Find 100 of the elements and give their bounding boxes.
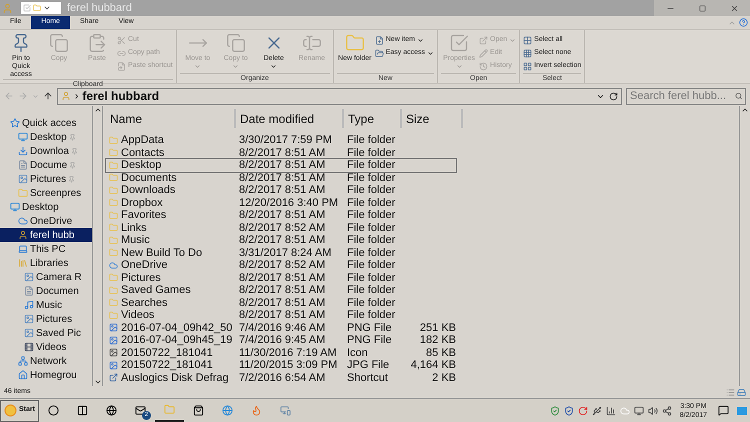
copy-icon	[49, 33, 69, 53]
image-icon	[109, 348, 118, 358]
nav-item[interactable]: Pictures	[0, 312, 92, 326]
address-bar[interactable]: › ferel hubbard	[57, 88, 622, 104]
caret-icon[interactable]	[43, 4, 51, 12]
volume-icon[interactable]	[648, 406, 658, 416]
file-row[interactable]: 2016-07-04_09h42_50 7/4/2016 9:46 AM PNG File 251 KB	[106, 322, 456, 334]
file-type: File folder	[346, 272, 396, 284]
file-type: PNG File	[346, 334, 393, 346]
nav-item[interactable]: Pictures	[0, 172, 92, 186]
nav-item[interactable]: Videos	[0, 340, 92, 354]
nav-item[interactable]: Saved Pic	[0, 326, 92, 340]
nav-item[interactable]: Desktop	[0, 130, 92, 144]
file-name: Desktop	[121, 159, 162, 172]
task-view-icon	[76, 405, 88, 416]
file-row[interactable]: 2016-07-04_09h45_19 7/4/2016 9:45 AM PNG File 182 KB	[106, 334, 456, 346]
file-name: OneDrive	[121, 259, 168, 272]
file-row[interactable]: Music 8/2/2017 8:51 AM File folder	[106, 234, 456, 246]
file-row[interactable]: Dropbox 12/20/2016 3:40 PM File folder	[106, 196, 456, 209]
file-name: Pictures	[121, 272, 161, 284]
nav-item[interactable]: Documen	[0, 284, 92, 298]
show-desktop-button[interactable]	[737, 406, 747, 414]
nav-item[interactable]: Screenpres	[0, 186, 92, 200]
file-name: New Build To Do	[121, 246, 202, 259]
column-header[interactable]: Size	[402, 109, 463, 128]
up-icon[interactable]	[43, 91, 53, 101]
bag-icon	[192, 405, 204, 416]
pin-icon	[70, 148, 78, 154]
nav-item[interactable]: Docume	[0, 158, 92, 172]
nav-item[interactable]: Network	[0, 354, 92, 368]
usb-icon[interactable]	[592, 406, 602, 416]
date-modified: 8/2/2017 8:51 AM	[238, 159, 326, 172]
nav-item[interactable]: OneDrive	[0, 214, 92, 228]
image-icon	[18, 174, 28, 184]
close-button[interactable]	[718, 0, 750, 16]
details-view-icon[interactable]	[726, 388, 735, 396]
file-row[interactable]: Documents 8/2/2017 8:51 AM File folder	[106, 172, 456, 184]
shield-icon[interactable]	[550, 406, 560, 416]
nav-item[interactable]: ferel hubb	[0, 228, 92, 242]
file-row[interactable]: Videos 8/2/2017 8:51 AM File folder	[106, 309, 456, 322]
file-row[interactable]: New Build To Do 3/31/2017 8:24 AM File folder	[106, 246, 456, 259]
file-row[interactable]: 20150722_181041 11/20/2015 3:09 PM JPG File 4,164 KB	[106, 359, 456, 372]
checkbox-icon[interactable]	[23, 4, 31, 12]
nav-item[interactable]: Quick acces	[0, 116, 92, 130]
file-row[interactable]: OneDrive 8/2/2017 8:52 AM File folder	[106, 259, 456, 272]
file-row[interactable]: Auslogics Disk Defrag 7/2/2016 6:54 AM Shortcut 2 KB	[106, 372, 456, 384]
nav-item[interactable]: Music	[0, 298, 92, 312]
breadcrumb[interactable]: ferel hubbard	[82, 87, 160, 105]
file-row[interactable]: Contacts 8/2/2017 8:51 AM File folder	[106, 146, 456, 159]
nav-item[interactable]: This PC	[0, 242, 92, 256]
large-icons-view-icon[interactable]	[737, 388, 746, 396]
network-icon[interactable]	[662, 406, 672, 416]
help-icon[interactable]	[739, 18, 748, 27]
flame-icon	[250, 405, 262, 416]
folder-icon	[109, 198, 118, 208]
chart-icon[interactable]	[606, 406, 616, 416]
file-row[interactable]: Desktop 8/2/2017 8:51 AM File folder	[106, 159, 456, 172]
column-header[interactable]: Type	[344, 109, 402, 128]
column-header[interactable]: Date modified	[236, 109, 344, 128]
file-row[interactable]: Pictures 8/2/2017 8:51 AM File folder	[106, 272, 456, 284]
document-icon	[24, 286, 34, 296]
nav-item[interactable]: Homegrou	[0, 368, 92, 382]
nav-item[interactable]: Libraries	[0, 256, 92, 270]
file-row[interactable]: Searches 8/2/2017 8:51 AM File folder	[106, 296, 456, 309]
file-row[interactable]: Links 8/2/2017 8:52 AM File folder	[106, 222, 456, 234]
refresh-icon[interactable]	[609, 92, 618, 100]
history-icon	[479, 62, 488, 70]
date-modified: 8/2/2017 8:51 AM	[238, 284, 326, 296]
file-size: 182 KB	[420, 334, 456, 346]
file-row[interactable]: AppData 3/30/2017 7:59 PM File folder	[106, 134, 456, 146]
nav-item[interactable]: Camera R	[0, 270, 92, 284]
scrollbar[interactable]	[92, 106, 103, 386]
scrollbar[interactable]	[739, 106, 750, 386]
window-title: ferel hubbard	[67, 0, 132, 16]
file-size: 4,164 KB	[410, 359, 456, 372]
scroll-down-icon[interactable]	[94, 378, 102, 386]
search-field[interactable]: Search ferel hubb...	[626, 88, 746, 104]
column-header[interactable]: Name	[106, 109, 236, 128]
nav-item[interactable]: Downloa	[0, 144, 92, 158]
date-modified: 8/2/2017 8:51 AM	[238, 172, 326, 184]
file-type: Shortcut	[346, 372, 389, 384]
file-row[interactable]: 20150722_181041 11/30/2016 7:19 AM Icon 85 KB	[106, 346, 456, 359]
shortcut-icon	[117, 62, 126, 70]
search-icon	[734, 92, 742, 100]
mail-icon	[134, 405, 146, 416]
shield-icon[interactable]	[564, 406, 574, 416]
file-row[interactable]: Saved Games 8/2/2017 8:51 AM File folder	[106, 284, 456, 296]
scroll-up-icon[interactable]	[94, 106, 102, 114]
file-name: 2016-07-04_09h42_50	[121, 322, 232, 334]
nav-item[interactable]: Desktop	[0, 200, 92, 214]
date-modified: 8/2/2017 8:51 AM	[238, 184, 326, 196]
date-modified: 8/2/2017 8:51 AM	[238, 309, 326, 322]
image-icon	[24, 328, 34, 338]
monitor-icon[interactable]	[634, 406, 644, 416]
date-modified: 8/2/2017 8:51 AM	[238, 272, 326, 284]
action-center-icon[interactable]	[718, 405, 729, 416]
file-row[interactable]: Downloads 8/2/2017 8:51 AM File folder	[106, 184, 456, 196]
date-modified: 7/4/2016 9:46 AM	[238, 322, 326, 334]
file-row[interactable]: Favorites 8/2/2017 8:51 AM File folder	[106, 209, 456, 222]
scroll-up-icon[interactable]	[741, 106, 749, 114]
